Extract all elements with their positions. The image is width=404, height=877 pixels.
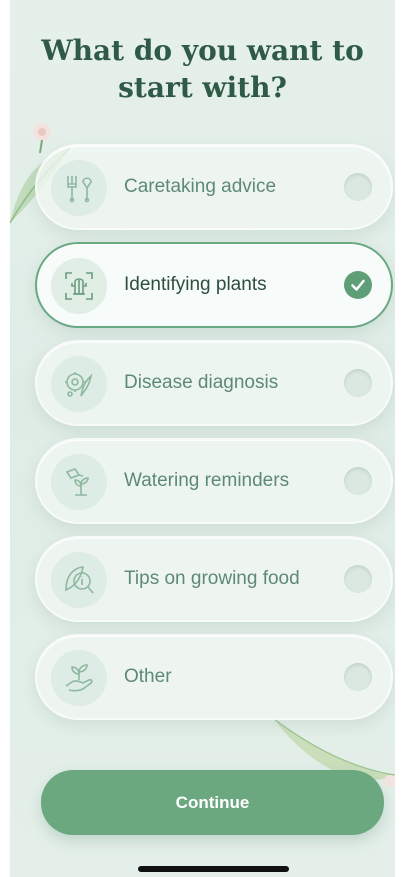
radio-unchecked[interactable] <box>344 173 372 201</box>
option-caretaking-advice[interactable]: Caretaking advice <box>35 144 393 230</box>
option-label: Tips on growing food <box>124 568 300 589</box>
tools-icon <box>67 176 92 203</box>
option-label: Caretaking advice <box>124 176 277 197</box>
home-indicator[interactable] <box>138 866 289 872</box>
diagnosis-icon <box>65 372 93 397</box>
check-icon <box>351 279 365 291</box>
option-tips-on-growing-food[interactable]: Tips on growing food <box>35 536 393 622</box>
radio-unchecked[interactable] <box>344 369 372 397</box>
radio-unchecked[interactable] <box>344 467 372 495</box>
hand-leaf-icon <box>65 664 93 692</box>
radio-unchecked[interactable] <box>344 565 372 593</box>
radio-checked[interactable] <box>344 271 372 299</box>
leaf-info-icon <box>65 566 94 594</box>
screen: What do you want to start with? Caretaki… <box>10 0 395 877</box>
option-label: Other <box>124 666 172 687</box>
scan-plant-icon <box>65 272 93 300</box>
option-label: Identifying plants <box>124 274 267 295</box>
page-title: What do you want to start with? <box>41 34 364 104</box>
watering-can-icon <box>65 468 89 496</box>
continue-button[interactable]: Continue <box>41 770 384 835</box>
option-other[interactable]: Other <box>35 634 393 720</box>
radio-unchecked[interactable] <box>344 663 372 691</box>
option-identifying-plants[interactable]: Identifying plants <box>35 242 393 328</box>
option-label: Disease diagnosis <box>124 372 279 393</box>
option-disease-diagnosis[interactable]: Disease diagnosis <box>35 340 393 426</box>
option-label: Watering reminders <box>124 470 290 491</box>
option-watering-reminders[interactable]: Watering reminders <box>35 438 393 524</box>
